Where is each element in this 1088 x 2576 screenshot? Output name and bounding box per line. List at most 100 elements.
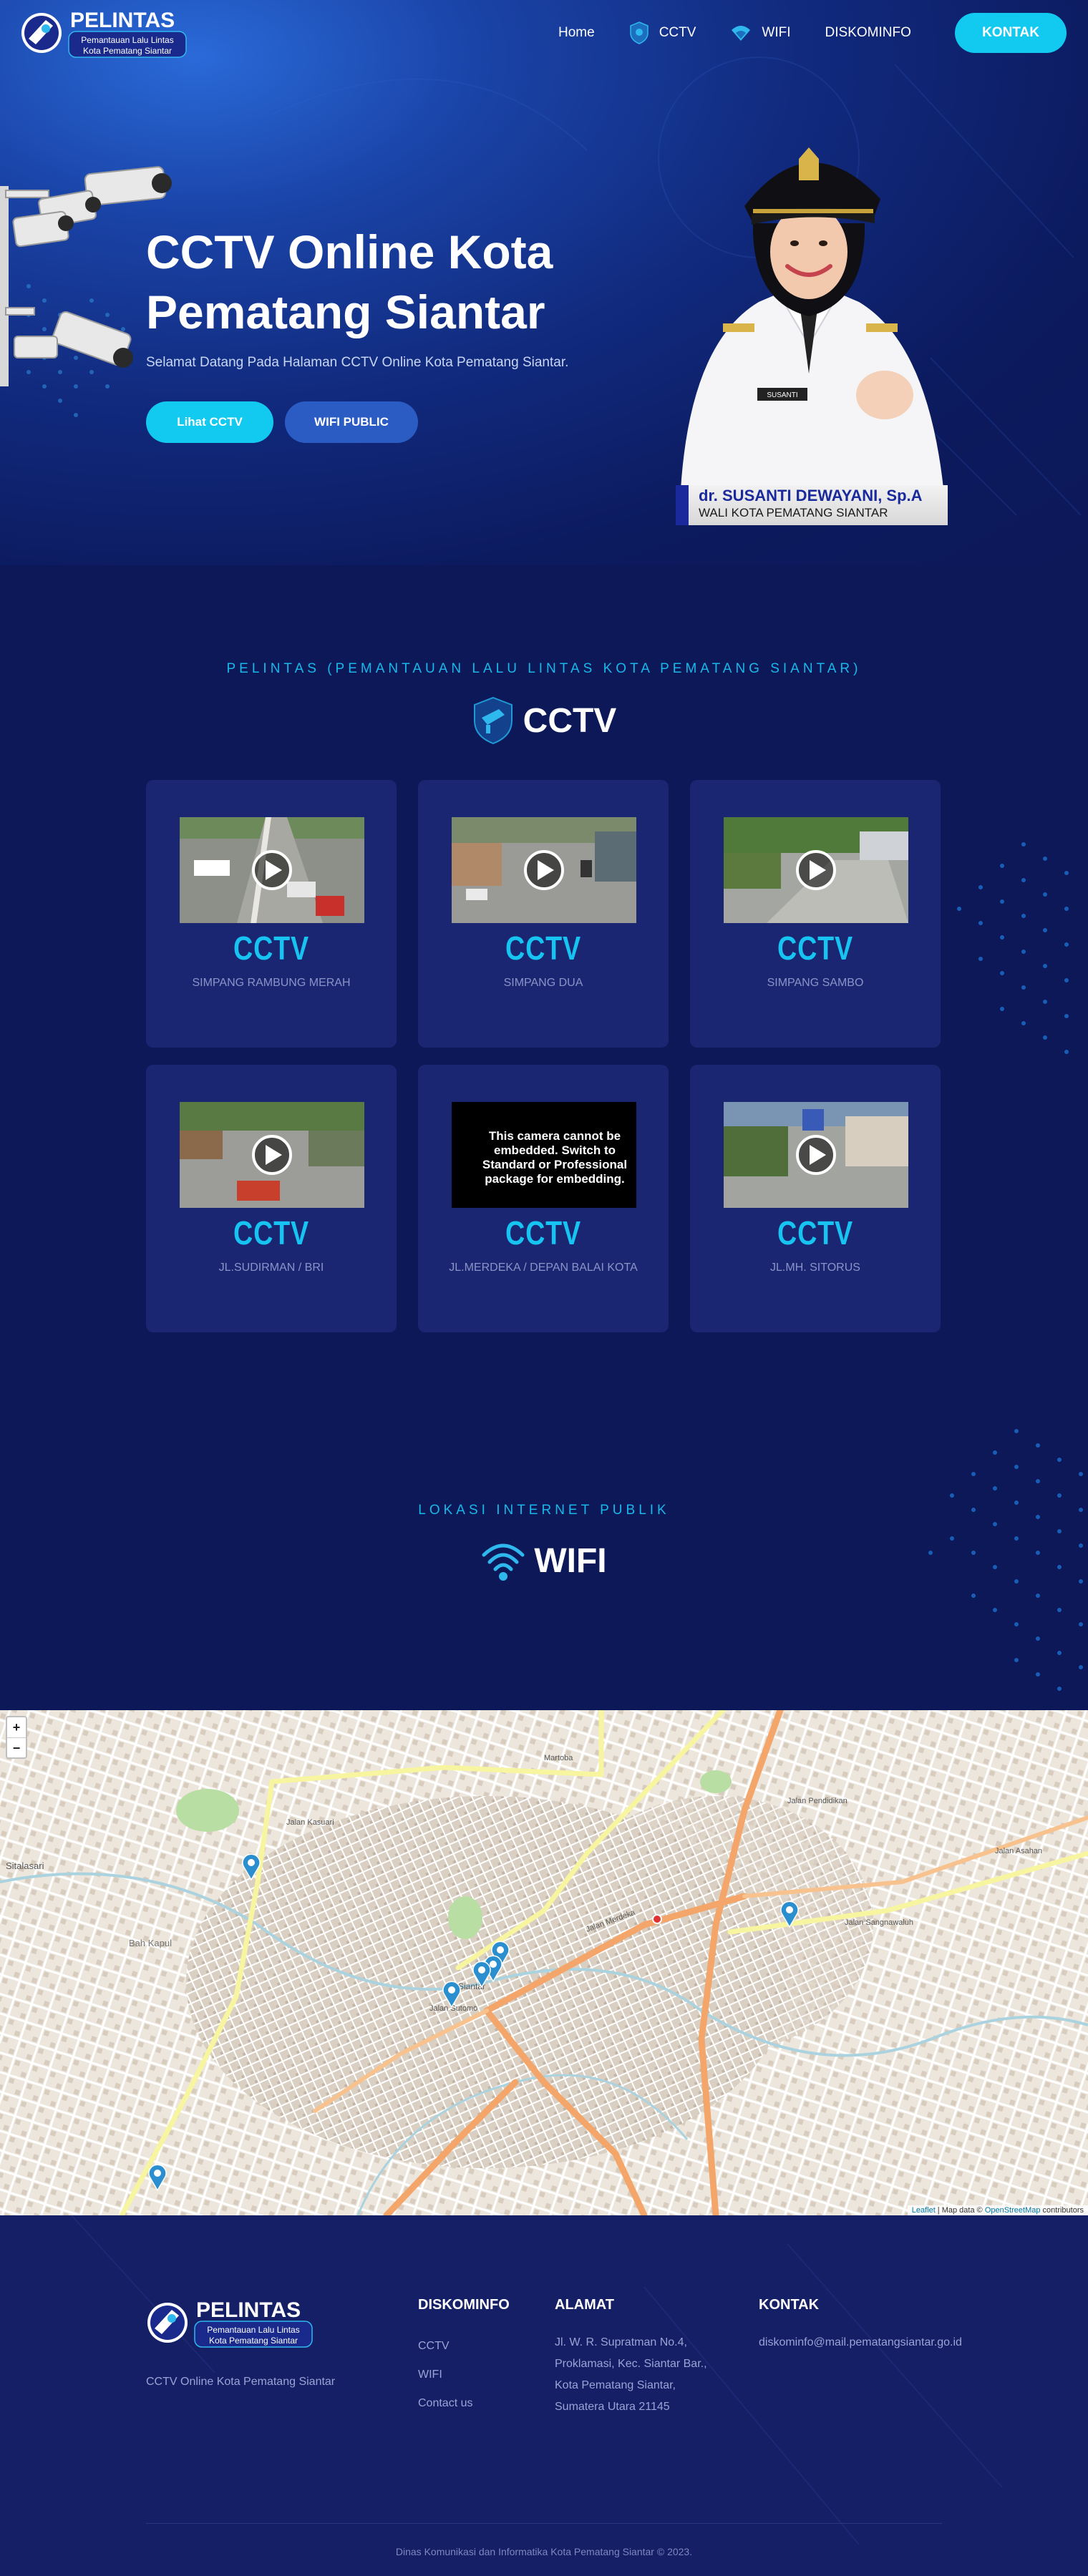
card-label: CCTV (505, 930, 581, 967)
card-label: CCTV (233, 930, 309, 967)
footer-col-diskominfo: DISKOMINFO CCTV WIFI Contact us (418, 2297, 510, 2418)
shield-icon (629, 21, 649, 44)
footer-logo-sub1: Pemantauan Lalu Lintas (207, 2325, 299, 2335)
map-label: Jalan Pendidikan (787, 1797, 847, 1805)
hero-subtitle: Selamat Datang Pada Halaman CCTV Online … (146, 355, 569, 370)
kontak-button[interactable]: KONTAK (955, 13, 1067, 53)
wifi-map-marker[interactable] (442, 1981, 461, 2008)
wifi-map-marker[interactable] (242, 1853, 261, 1880)
wifi-location-map[interactable]: Sitalasari Bah Kapul Jalan Kasuari Jalan… (0, 1710, 1088, 2215)
zoom-in-button[interactable]: + (7, 1717, 26, 1737)
leaflet-link[interactable]: Leaflet (912, 2206, 936, 2215)
wifi-section-title: WIFI (0, 1536, 1088, 1586)
wifi-section-subtitle: LOKASI INTERNET PUBLIK (418, 1503, 670, 1518)
cctv-card-jl-mh-sitorus[interactable]: CCTV JL.MH. SITORUS (690, 1065, 941, 1332)
cctv-card-jl-sudirman-bri[interactable]: CCTV JL.SUDIRMAN / BRI (146, 1065, 397, 1332)
footer-col-kontak: KONTAK diskominfo@mail.pematangsiantar.g… (759, 2297, 962, 2353)
cctv-card-simpang-sambo[interactable]: CCTV SIMPANG SAMBO (690, 780, 941, 1048)
nav-diskominfo[interactable]: DISKOMINFO (825, 25, 911, 41)
name-badge: SUSANTI (767, 391, 797, 399)
footer-decoration (71, 2215, 1003, 2545)
address-line: Proklamasi, Kec. Siantar Bar., (555, 2358, 707, 2370)
cctv-video-thumbnail[interactable] (180, 1102, 364, 1208)
footer-col-heading: ALAMAT (555, 2297, 614, 2313)
footer-col-heading: DISKOMINFO (418, 2297, 510, 2313)
cctv-video-thumbnail[interactable] (724, 817, 908, 923)
footer-pelintas-logo[interactable]: PELINTAS Pemantauan Lalu Lintas Kota Pem… (146, 2294, 315, 2348)
wifi-map-marker[interactable] (780, 1901, 799, 1928)
cctv-section-subtitle: PELINTAS (PEMANTAUAN LALU LINTAS KOTA PE… (226, 661, 862, 676)
nav-cctv[interactable]: CCTV (629, 21, 696, 44)
cctv-video-thumbnail[interactable] (180, 817, 364, 923)
osm-link[interactable]: OpenStreetMap (985, 2206, 1041, 2215)
cctv-card-jl-merdeka[interactable]: This camera cannot be embedded. Switch t… (418, 1065, 669, 1332)
card-location: SIMPANG RAMBUNG MERAH (192, 977, 351, 989)
cctv-section-title: CCTV (0, 696, 1088, 746)
footer-tagline: CCTV Online Kota Pematang Siantar (146, 2376, 336, 2388)
logo-sub1: Pemantauan Lalu Lintas (81, 35, 173, 45)
mayor-role: WALI KOTA PEMATANG SIANTAR (699, 506, 888, 519)
map-label: Jalan Asahan (995, 1847, 1042, 1855)
card-location: JL.MH. SITORUS (770, 1262, 860, 1274)
nav-cctv-label: CCTV (659, 25, 696, 40)
wifi-icon (730, 24, 752, 42)
zoom-out-button[interactable]: − (7, 1737, 26, 1757)
footer-divider (146, 2523, 942, 2524)
footer-col-heading: KONTAK (759, 2297, 820, 2313)
embed-blocked-message: This camera cannot be embedded. Switch t… (452, 1102, 636, 1208)
hero-title-line1: CCTV Online Kota (146, 225, 553, 278)
footer-logo-sub2: Kota Pematang Siantar (209, 2336, 298, 2346)
wifi-signal-icon (481, 1539, 525, 1582)
attribution-text: | Map data © (935, 2206, 985, 2215)
card-label: CCTV (777, 1214, 853, 1252)
wifi-map-marker[interactable] (148, 2164, 167, 2191)
top-navbar: PELINTAS Pemantauan Lalu Lintas Kota Pem… (0, 0, 1088, 64)
cctv-video-thumbnail[interactable] (452, 817, 636, 923)
map-label: Sitalasari (6, 1860, 44, 1871)
mayor-nameplate: dr. SUSANTI DEWAYANI, Sp.A WALI KOTA PEM… (676, 485, 948, 525)
hero-title-line2: Pematang Siantar (146, 286, 545, 338)
card-location: SIMPANG DUA (503, 977, 583, 989)
mayor-name: dr. SUSANTI DEWAYANI, Sp.A (699, 487, 923, 504)
footer-copyright: Dinas Komunikasi dan Informatika Kota Pe… (395, 2546, 693, 2557)
map-poi-marker (652, 1914, 662, 1924)
cctv-video-thumbnail[interactable] (724, 1102, 908, 1208)
card-label: CCTV (505, 1214, 581, 1252)
cctv-card-simpang-rambung-merah[interactable]: CCTV SIMPANG RAMBUNG MERAH (146, 780, 397, 1048)
footer: PELINTAS Pemantauan Lalu Lintas Kota Pem… (0, 2215, 1088, 2576)
nav-home-label: Home (558, 25, 595, 40)
footer-logo-title: PELINTAS (196, 2298, 301, 2322)
pelintas-logo[interactable]: PELINTAS Pemantauan Lalu Lintas Kota Pem… (20, 6, 188, 59)
map-label: Jalan Sangnawaluh (845, 1918, 913, 1927)
nav-wifi-label: WIFI (762, 25, 791, 40)
lihat-cctv-button[interactable]: Lihat CCTV (146, 401, 273, 443)
footer-link-wifi[interactable]: WIFI (418, 2361, 510, 2389)
map-label: Jalan Kasuari (286, 1818, 334, 1827)
nav-home[interactable]: Home (558, 25, 595, 41)
hero-section: PELINTAS Pemantauan Lalu Lintas Kota Pem… (0, 0, 1088, 565)
card-location: JL.MERDEKA / DEPAN BALAI KOTA (449, 1262, 638, 1274)
logo-title: PELINTAS (70, 9, 175, 32)
wifi-map-marker[interactable] (472, 1961, 491, 1988)
wifi-public-button[interactable]: WIFI PUBLIC (285, 401, 418, 443)
map-zoom-control: + − (6, 1716, 27, 1759)
map-label: Martoba (544, 1754, 573, 1762)
wifi-section-title-text: WIFI (534, 1541, 607, 1580)
card-location: SIMPANG SAMBO (767, 977, 864, 989)
map-label: Bah Kapul (129, 1938, 172, 1948)
nav-diskominfo-label: DISKOMINFO (825, 25, 911, 40)
cctv-shield-icon (472, 696, 515, 745)
address-line: Jl. W. R. Supratman No.4, (555, 2336, 687, 2348)
map-tiles[interactable]: Sitalasari Bah Kapul Jalan Kasuari Jalan… (0, 1710, 1088, 2215)
contact-email[interactable]: diskominfo@mail.pematangsiantar.go.id (759, 2332, 962, 2353)
nav-links: Home CCTV WIFI DISKOMINFO (558, 21, 946, 44)
dots-decoration-right (957, 842, 1069, 1054)
map-attribution: Leaflet | Map data © OpenStreetMap contr… (907, 2205, 1088, 2215)
cctv-section-title-text: CCTV (523, 701, 617, 740)
cctv-card-simpang-dua[interactable]: CCTV SIMPANG DUA (418, 780, 669, 1048)
footer-link-contact[interactable]: Contact us (418, 2389, 510, 2418)
footer-col-alamat: ALAMAT Jl. W. R. Supratman No.4, Proklam… (555, 2297, 707, 2418)
footer-link-cctv[interactable]: CCTV (418, 2332, 510, 2361)
nav-wifi[interactable]: WIFI (730, 24, 791, 42)
card-label: CCTV (233, 1214, 309, 1252)
